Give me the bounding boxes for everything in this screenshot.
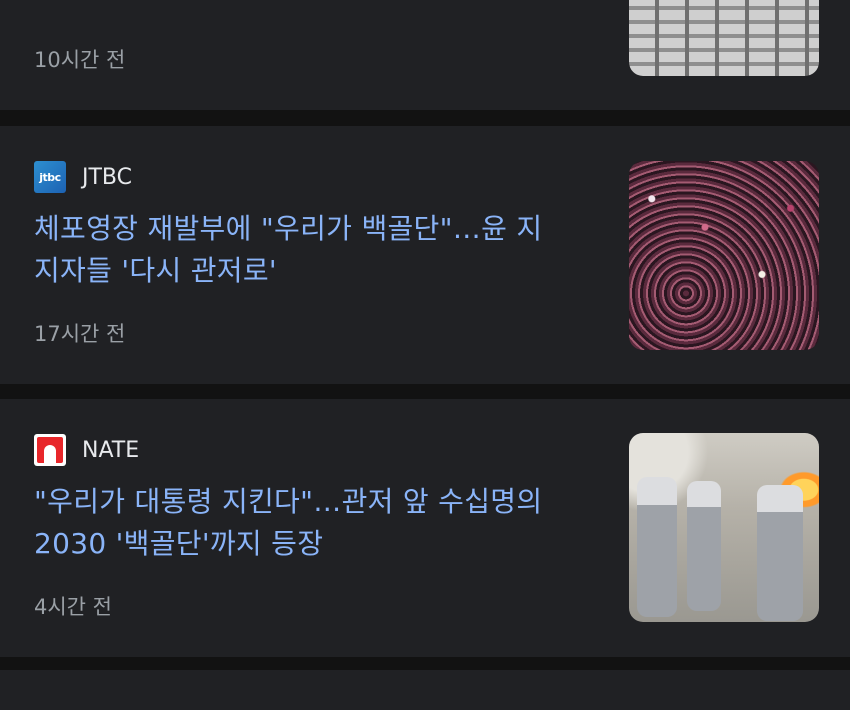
news-source: NATE xyxy=(34,433,139,467)
article-time: 10시간 전 xyxy=(34,48,126,72)
police-figure xyxy=(637,477,677,617)
police-figure xyxy=(687,481,721,611)
headline-line: "우리가 대통령 지킨다"…관저 앞 수십명의 xyxy=(34,485,543,518)
article-thumbnail[interactable] xyxy=(629,0,819,76)
headline-line: 지자들 '다시 관저로' xyxy=(34,254,277,287)
article-time: 4시간 전 xyxy=(34,595,112,619)
article-time: 17시간 전 xyxy=(34,322,126,346)
headline-line: 2030 '백골단'까지 등장 xyxy=(34,527,324,560)
article-headline[interactable]: "우리가 대통령 지킨다"…관저 앞 수십명의 2030 '백골단'까지 등장 xyxy=(34,481,594,565)
source-name: JTBC xyxy=(82,164,132,190)
article-thumbnail[interactable] xyxy=(629,161,819,350)
news-card[interactable] xyxy=(0,670,850,710)
nate-logo-icon xyxy=(34,434,66,466)
jtbc-logo-icon: jtbc xyxy=(34,161,66,193)
headline-line: 체포영장 재발부에 "우리가 백골단"…윤 지 xyxy=(34,212,543,245)
article-thumbnail[interactable] xyxy=(629,433,819,622)
news-card[interactable]: 10시간 전 xyxy=(0,0,850,110)
police-figure xyxy=(757,485,803,621)
news-card[interactable]: jtbc JTBC 체포영장 재발부에 "우리가 백골단"…윤 지 지자들 '다… xyxy=(0,126,850,384)
news-source: jtbc JTBC xyxy=(34,160,132,194)
article-headline[interactable]: 체포영장 재발부에 "우리가 백골단"…윤 지 지자들 '다시 관저로' xyxy=(34,208,594,292)
source-name: NATE xyxy=(82,437,140,463)
news-card[interactable]: NATE "우리가 대통령 지킨다"…관저 앞 수십명의 2030 '백골단'까… xyxy=(0,399,850,657)
